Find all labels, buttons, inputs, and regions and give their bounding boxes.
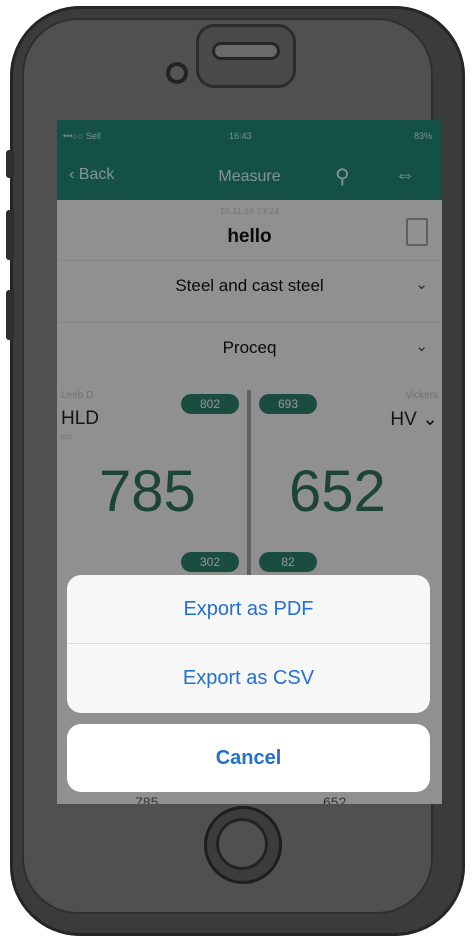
side-button-volume-up <box>6 210 14 260</box>
action-sheet: Export as PDF Export as CSV <box>67 575 430 713</box>
screen: •••○○ Sell 16:43 83% ‹ Back Measure ⚲ ⇔ … <box>57 120 442 804</box>
speaker-grille <box>212 42 280 60</box>
export-pdf-button[interactable]: Export as PDF <box>67 575 430 643</box>
home-button-ring <box>216 818 268 870</box>
side-button-volume-down <box>6 290 14 340</box>
front-camera <box>166 62 188 84</box>
side-button-mute <box>6 150 14 178</box>
cancel-button[interactable]: Cancel <box>67 724 430 792</box>
export-csv-button[interactable]: Export as CSV <box>67 644 430 712</box>
